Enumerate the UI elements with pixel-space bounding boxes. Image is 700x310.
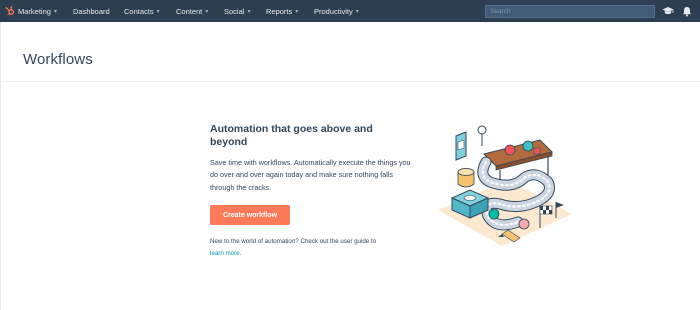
- page-title: Workflows: [23, 51, 93, 68]
- header-divider: [0, 81, 700, 82]
- nav-item-contacts[interactable]: Contacts ▾: [124, 0, 160, 22]
- nav-item-label: Marketing: [18, 6, 51, 16]
- nav-item-label: Contacts: [124, 6, 154, 16]
- page-left-border: [0, 22, 1, 310]
- nav-item-label: Social: [224, 6, 245, 16]
- nav-item-label: Productivity: [314, 6, 353, 16]
- nav-item-social[interactable]: Social ▾: [224, 0, 250, 22]
- hubspot-logo-icon: [5, 6, 15, 16]
- automation-machine-illustration: [438, 125, 572, 246]
- notifications-button[interactable]: [680, 4, 694, 18]
- chevron-down-icon: ▾: [247, 8, 251, 15]
- search-input[interactable]: [485, 5, 655, 18]
- academy-button[interactable]: [661, 4, 675, 18]
- nav-item-productivity[interactable]: Productivity ▾: [314, 0, 359, 22]
- empty-state-description: Save time with workflows. Automatically …: [210, 158, 411, 192]
- chevron-down-icon: ▾: [156, 8, 160, 15]
- user-guide-text: New to the world of automation? Check ou…: [210, 238, 377, 245]
- nav-item-dashboard[interactable]: Dashboard: [73, 0, 110, 22]
- nav-item-label: Reports: [266, 6, 293, 16]
- nav-item-label: Content: [176, 6, 203, 16]
- chevron-down-icon: ▾: [355, 8, 359, 15]
- nav-item-label: Dashboard: [73, 6, 110, 16]
- nav-item-marketing[interactable]: Marketing ▾: [0, 0, 71, 22]
- nav-item-content[interactable]: Content ▾: [176, 0, 208, 22]
- chevron-down-icon: ▾: [205, 8, 209, 15]
- learn-more-link[interactable]: learn more.: [210, 250, 241, 257]
- chevron-down-icon: ▾: [295, 8, 299, 15]
- create-workflow-button[interactable]: Create workflow: [210, 205, 290, 225]
- nav-item-reports[interactable]: Reports ▾: [266, 0, 298, 22]
- graduation-cap-icon: [662, 7, 674, 15]
- chevron-down-icon: ▾: [53, 8, 57, 15]
- empty-state-headline: Automation that goes above and beyond: [210, 123, 373, 148]
- top-navigation-bar: Marketing ▾ Dashboard Contacts ▾ Content…: [0, 0, 700, 22]
- bell-icon: [682, 6, 692, 16]
